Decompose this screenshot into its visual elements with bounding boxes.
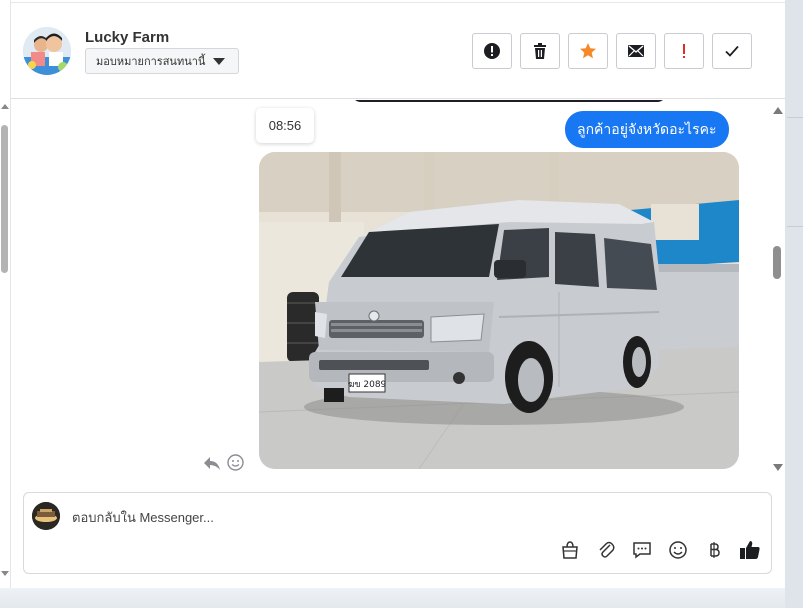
scroll-up-arrow-icon[interactable] — [773, 107, 783, 114]
trash-icon — [534, 43, 546, 59]
previous-message-bubble — [351, 100, 667, 102]
contact-name[interactable]: Lucky Farm — [85, 29, 169, 46]
right-page-edge — [785, 0, 803, 608]
done-button[interactable] — [712, 33, 752, 69]
react-smiley-icon[interactable] — [227, 454, 244, 471]
scroll-up-arrow-icon[interactable] — [1, 104, 9, 109]
header-top-divider — [11, 2, 785, 3]
sent-message-bubble[interactable]: ลูกค้าอยู่จังหวัดอะไรคะ — [565, 111, 729, 148]
page-avatar — [32, 502, 60, 530]
delete-button[interactable] — [520, 33, 560, 69]
scroll-down-arrow-icon[interactable] — [1, 571, 9, 576]
assign-label: มอบหมายการสนทนานี้ — [96, 56, 206, 68]
message-list-scrollbar[interactable] — [770, 100, 785, 478]
reply-composer — [23, 492, 772, 574]
scroll-thumb[interactable] — [773, 246, 781, 279]
contact-avatar[interactable] — [23, 27, 71, 75]
envelope-icon — [628, 45, 644, 57]
checkmark-icon — [725, 45, 739, 57]
license-plate: ฆข 2089 — [348, 380, 387, 390]
caret-down-icon — [213, 57, 226, 65]
conversation-header: Lucky Farm มอบหมายการสนทนานี้ — [11, 0, 785, 99]
mark-unread-button[interactable] — [616, 33, 656, 69]
left-scrollbar[interactable] — [0, 0, 11, 588]
message-tools — [203, 454, 244, 471]
sent-image-attachment[interactable]: ฆข 2089 — [259, 152, 739, 469]
edge-divider — [787, 226, 803, 227]
composer-tools — [559, 539, 761, 561]
assign-conversation-dropdown[interactable]: มอบหมายการสนทนานี้ — [85, 48, 239, 74]
message-timestamp: 08:56 — [256, 108, 314, 143]
report-button[interactable] — [472, 33, 512, 69]
scroll-thumb[interactable] — [1, 125, 8, 273]
paperclip-icon[interactable] — [595, 539, 617, 561]
reply-icon[interactable] — [203, 455, 221, 471]
message-list[interactable]: 08:56 ลูกค้าอยู่จังหวัดอะไรคะ ฆข 2089 — [11, 100, 785, 478]
important-button[interactable] — [664, 33, 704, 69]
scroll-down-arrow-icon[interactable] — [773, 464, 783, 471]
star-button[interactable] — [568, 33, 608, 69]
edge-divider — [787, 117, 803, 118]
thumbs-up-icon[interactable] — [739, 539, 761, 561]
reply-input[interactable] — [72, 506, 532, 528]
page-bottom-edge — [0, 588, 785, 608]
shopping-bag-icon[interactable] — [559, 539, 581, 561]
exclamation-icon — [683, 44, 685, 58]
smiley-icon[interactable] — [667, 539, 689, 561]
header-actions — [472, 33, 752, 69]
conversation-panel: Lucky Farm มอบหมายการสนทนานี้ 08:56 ลูกค… — [11, 0, 785, 588]
alert-circle-icon — [484, 43, 500, 59]
baht-icon[interactable] — [703, 539, 725, 561]
star-icon — [580, 43, 596, 59]
chat-bubble-icon[interactable] — [631, 539, 653, 561]
